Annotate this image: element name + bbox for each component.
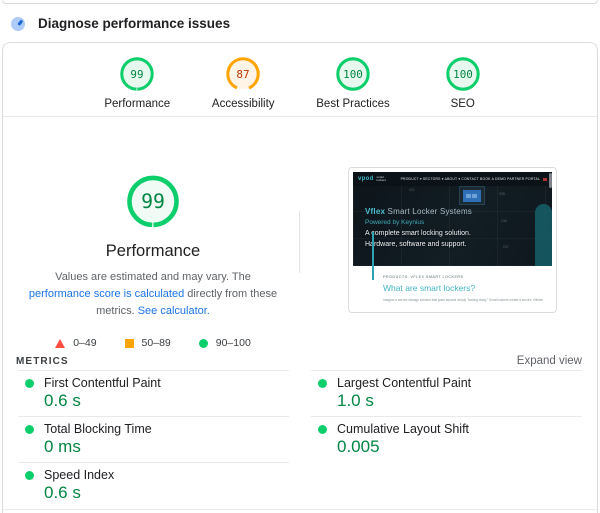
metrics-label: METRICS — [16, 355, 69, 367]
pass-dot-icon — [25, 424, 34, 434]
teal-decor-shape — [535, 204, 552, 266]
score-gauge-performance[interactable]: 99 Performance — [104, 55, 170, 110]
metric-value: 1.0 s — [337, 391, 374, 410]
svg-text:99: 99 — [131, 68, 144, 81]
site-navbar: vpod smart lockers PRODUCT ▾ SECTORS ▾ A… — [353, 172, 552, 186]
hero-text: Vflex Smart Locker Systems Powered by Ke… — [365, 207, 472, 249]
touchscreen-display — [463, 189, 481, 202]
metric-largest-contentful-paint: Largest Contentful Paint 1.0 s — [311, 370, 582, 416]
legend-item-average: 50–89 — [124, 337, 171, 349]
site-section-heading: What are smart lockers? — [383, 283, 476, 293]
locker-number: 037 — [503, 245, 509, 249]
site-breadcrumb: PRODUCTS: VFLEX SMART LOCKERS — [383, 275, 464, 279]
performance-overview: 99 Performance Values are estimated and … — [3, 117, 597, 349]
metric-speed-index: Speed Index 0.6 s — [18, 462, 289, 508]
description-text: Values are estimated and may vary. The — [55, 270, 251, 283]
vertical-divider — [299, 211, 300, 273]
metric-first-contentful-paint: First Contentful Paint 0.6 s — [18, 370, 289, 416]
gauge-ring: 100 — [336, 57, 370, 91]
gauge-ring: 99 — [120, 57, 154, 91]
svg-text:99: 99 — [141, 190, 165, 213]
pass-circle-icon — [198, 338, 208, 348]
teal-accent-line — [372, 232, 374, 280]
section-header: Diagnose performance issues — [0, 4, 600, 42]
flag-icon — [543, 177, 547, 181]
performance-score-gauge: 99 — [127, 175, 179, 228]
site-hero: 021 035 036 037 Vflex Smart Locker Syste… — [353, 186, 552, 266]
svg-text:100: 100 — [343, 68, 363, 81]
locker-number: 035 — [499, 192, 505, 196]
score-label: Performance — [104, 98, 171, 110]
hero-title-highlight: Vflex — [365, 207, 386, 216]
score-legend: 0–49 50–89 90–100 — [55, 337, 251, 349]
metric-cumulative-layout-shift: Cumulative Layout Shift 0.005 — [311, 416, 582, 462]
pagespeed-report: Diagnose performance issues 99 Performan… — [0, 0, 600, 513]
performance-calc-link[interactable]: performance score is calculated — [29, 288, 184, 300]
performance-title: Performance — [105, 241, 201, 260]
score-gauge-accessibility[interactable]: 87 Accessibility — [210, 55, 276, 110]
hero-tagline-1: A complete smart locking solution. — [365, 230, 471, 237]
legend-range: 0–49 — [73, 337, 97, 349]
locker-touchscreen — [459, 186, 485, 205]
site-menu: PRODUCT ▾ SECTORS ▾ ABOUT ▾ CONTACT BOOK… — [400, 177, 540, 181]
pass-dot-icon — [25, 470, 34, 480]
hero-title: Vflex Smart Locker Systems — [365, 207, 472, 216]
section-title: Diagnose performance issues — [38, 16, 231, 31]
metric-value: 0.6 s — [44, 483, 81, 502]
svg-text:100: 100 — [453, 68, 473, 81]
metrics-column-left: First Contentful Paint 0.6 s Total Block… — [18, 370, 289, 508]
site-logo: vpod — [358, 176, 374, 182]
score-label: SEO — [450, 98, 475, 110]
fail-triangle-icon — [55, 338, 66, 348]
site-screenshot: vpod smart lockers PRODUCT ▾ SECTORS ▾ A… — [353, 172, 552, 308]
legend-range: 50–89 — [141, 337, 171, 349]
metrics-header: METRICS Expand view — [3, 349, 597, 370]
locker-number: 036 — [501, 219, 507, 223]
gauge-ring: 87 — [226, 57, 260, 91]
metrics-grid: First Contentful Paint 0.6 s Total Block… — [3, 370, 597, 508]
metric-value: 0.005 — [337, 437, 380, 456]
hero-subtitle: Powered by Keynius — [365, 218, 425, 226]
hero-title-rest: Smart Locker Systems — [385, 207, 473, 216]
metrics-column-right: Largest Contentful Paint 1.0 s Cumulativ… — [311, 370, 582, 508]
metric-value: 0 ms — [44, 437, 81, 456]
performance-description: Values are estimated and may vary. The p… — [24, 269, 282, 320]
hero-tagline-2: Hardware, software and support. — [365, 241, 467, 249]
metric-name: Total Blocking Time — [44, 422, 152, 436]
legend-item-fail: 0–49 — [55, 337, 97, 349]
page-screenshot-thumbnail[interactable]: vpod smart lockers PRODUCT ▾ SECTORS ▾ A… — [348, 167, 557, 313]
svg-text:87: 87 — [237, 68, 250, 81]
category-scores: 99 Performance 87 Accessibility 100 Best… — [3, 43, 597, 116]
metric-name: Cumulative Layout Shift — [337, 422, 470, 436]
score-gauge-best-practices[interactable]: 100 Best Practices — [316, 55, 390, 110]
performance-summary: 99 Performance Values are estimated and … — [3, 117, 303, 349]
score-label: Best Practices — [316, 98, 390, 110]
average-square-icon — [124, 338, 134, 348]
pass-dot-icon — [318, 378, 327, 388]
pass-dot-icon — [25, 378, 34, 388]
locker-number: 021 — [409, 188, 415, 192]
score-gauge-seo[interactable]: 100 SEO — [430, 55, 496, 110]
site-content-section: PRODUCTS: VFLEX SMART LOCKERS What are s… — [353, 266, 552, 308]
card-bottom-divider — [3, 509, 597, 513]
speedometer-icon — [11, 16, 25, 31]
scrollbar-thumb — [549, 173, 552, 188]
legend-range: 90–100 — [215, 337, 251, 349]
see-calculator-link[interactable]: See calculator. — [138, 305, 210, 317]
site-logo-suffix: smart lockers — [376, 175, 387, 182]
pass-dot-icon — [318, 424, 327, 434]
metric-total-blocking-time: Total Blocking Time 0 ms — [18, 416, 289, 462]
metric-name: First Contentful Paint — [44, 376, 161, 390]
legend-item-pass: 90–100 — [198, 337, 251, 349]
metric-value: 0.6 s — [44, 391, 81, 410]
site-body-text: Imagine a secure storage solution that g… — [383, 298, 543, 302]
score-label: Accessibility — [211, 98, 275, 110]
expand-view-button[interactable]: Expand view — [517, 355, 582, 367]
report-card: 99 Performance 87 Accessibility 100 Best… — [2, 42, 598, 513]
metric-name: Speed Index — [44, 468, 115, 482]
gauge-ring: 100 — [446, 57, 480, 91]
metric-name: Largest Contentful Paint — [337, 376, 472, 390]
